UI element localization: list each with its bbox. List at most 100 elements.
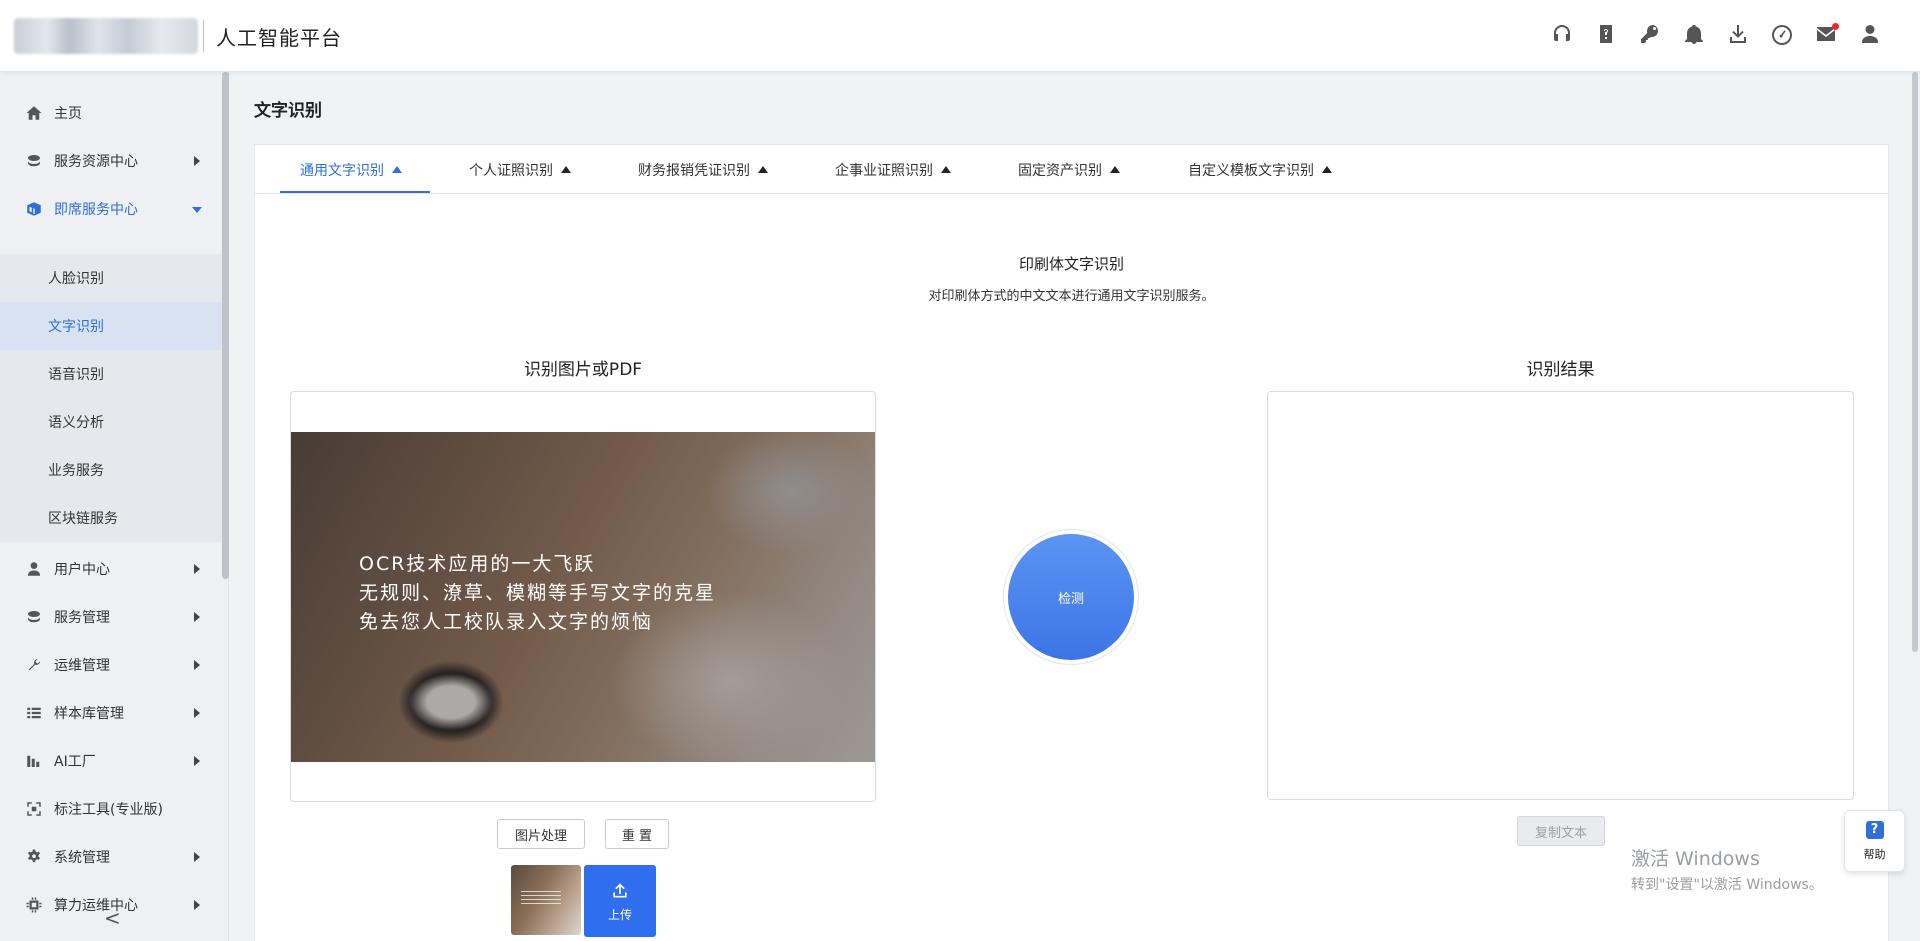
bell-icon[interactable] bbox=[1682, 22, 1706, 46]
ocr-card: 通用文字识别 个人证照识别 财务报销凭证识别 企事业证照识别 固定资产识别 自定… bbox=[254, 144, 1889, 941]
chevron-right-icon bbox=[194, 612, 200, 622]
tab-label: 通用文字识别 bbox=[300, 162, 384, 179]
preview-image: OCR技术应用的一大飞跃 无规则、潦草、模糊等手写文字的克星 免去您人工校队录入… bbox=[291, 432, 875, 762]
sidebar-item-service-management[interactable]: 服务管理 bbox=[0, 593, 222, 641]
list-icon bbox=[24, 703, 44, 723]
dashboard-icon[interactable] bbox=[1770, 22, 1794, 46]
sidebar-item-resource-center[interactable]: 服务资源中心 bbox=[0, 137, 222, 185]
preview-caption: OCR技术应用的一大飞跃 无规则、潦草、模糊等手写文字的克星 免去您人工校队录入… bbox=[359, 550, 716, 637]
tab-label: 企事业证照识别 bbox=[835, 162, 933, 179]
sidebar-subitem-business[interactable]: 业务服务 bbox=[0, 446, 222, 494]
manual-icon[interactable] bbox=[1594, 22, 1618, 46]
sidebar-subitem-label: 语义分析 bbox=[48, 415, 104, 431]
caret-up-icon bbox=[758, 166, 768, 173]
tab-label: 个人证照识别 bbox=[469, 162, 553, 179]
notification-dot bbox=[1832, 23, 1839, 30]
chevron-right-icon bbox=[194, 564, 200, 574]
home-icon bbox=[24, 103, 44, 123]
caret-up-icon bbox=[561, 166, 571, 173]
preview-line: OCR技术应用的一大飞跃 bbox=[359, 553, 596, 575]
tab-enterprise-license[interactable]: 企事业证照识别 bbox=[835, 145, 951, 194]
sidebar-subitem-speech[interactable]: 语音识别 bbox=[0, 350, 222, 398]
tab-finance-voucher[interactable]: 财务报销凭证识别 bbox=[638, 145, 768, 194]
upload-button[interactable]: 上传 bbox=[584, 865, 656, 937]
sidebar-subitem-semantic[interactable]: 语义分析 bbox=[0, 398, 222, 446]
sidebar-item-label: 主页 bbox=[54, 106, 82, 122]
active-tab-indicator bbox=[280, 191, 430, 193]
gear-icon bbox=[24, 847, 44, 867]
tab-personal-id[interactable]: 个人证照识别 bbox=[469, 145, 571, 194]
sidebar-scrollbar[interactable] bbox=[222, 72, 229, 579]
detect-button[interactable]: 检测 bbox=[1008, 534, 1134, 660]
sidebar-item-instant-service[interactable]: 即席服务中心 bbox=[0, 185, 222, 233]
sidebar-subitem-ocr[interactable]: 文字识别 bbox=[0, 302, 222, 350]
detect-ring: 检测 bbox=[1003, 529, 1139, 665]
ocr-tabs: 通用文字识别 个人证照识别 财务报销凭证识别 企事业证照识别 固定资产识别 自定… bbox=[255, 145, 1888, 194]
sidebar-item-ai-factory[interactable]: AI工厂 bbox=[0, 737, 222, 785]
tab-label: 固定资产识别 bbox=[1018, 162, 1102, 179]
page-title: 文字识别 bbox=[254, 101, 322, 121]
tab-custom-template[interactable]: 自定义模板文字识别 bbox=[1188, 145, 1332, 194]
page-scrollbar[interactable] bbox=[1912, 72, 1918, 652]
tab-fixed-assets[interactable]: 固定资产识别 bbox=[1018, 145, 1120, 194]
image-thumbnail[interactable] bbox=[511, 865, 581, 935]
caret-up-icon bbox=[1322, 166, 1332, 173]
help-icon: ? bbox=[1865, 820, 1884, 839]
headset-icon[interactable] bbox=[1550, 22, 1574, 46]
chevron-right-icon bbox=[194, 708, 200, 718]
sidebar-item-user-center[interactable]: 用户中心 bbox=[0, 545, 222, 593]
top-header: 人工智能平台 bbox=[0, 0, 1920, 72]
result-panel-title: 识别结果 bbox=[1526, 360, 1595, 380]
sidebar-subitem-label: 语音识别 bbox=[48, 367, 104, 383]
sidebar: 主页 服务资源中心 即席服务中心 人脸识别 文字识别 语音识别 语义分析 业务服… bbox=[0, 72, 229, 941]
chevron-right-icon bbox=[194, 660, 200, 670]
sidebar-subitem-label: 人脸识别 bbox=[48, 271, 104, 287]
sidebar-item-annotation-tool[interactable]: 标注工具(专业版) bbox=[0, 785, 222, 833]
wrench-icon bbox=[24, 655, 44, 675]
sidebar-item-label: 样本库管理 bbox=[54, 706, 124, 722]
copy-text-button[interactable]: 复制文本 bbox=[1517, 816, 1605, 846]
sidebar-item-ops-management[interactable]: 运维管理 bbox=[0, 641, 222, 689]
reset-button[interactable]: 重 置 bbox=[605, 819, 669, 849]
sidebar-item-label: 标注工具(专业版) bbox=[54, 802, 163, 818]
caret-up-icon bbox=[1110, 166, 1120, 173]
chevron-right-icon bbox=[194, 156, 200, 166]
chip-icon bbox=[24, 895, 44, 915]
instant-service-icon bbox=[24, 199, 44, 219]
sidebar-subitem-label: 业务服务 bbox=[48, 463, 104, 479]
help-label: 帮助 bbox=[1863, 847, 1886, 861]
sidebar-subitem-blockchain[interactable]: 区块链服务 bbox=[0, 494, 222, 542]
tab-label: 自定义模板文字识别 bbox=[1188, 162, 1314, 179]
chevron-right-icon bbox=[194, 756, 200, 766]
sidebar-subitem-face[interactable]: 人脸识别 bbox=[0, 254, 222, 302]
user-icon[interactable] bbox=[1858, 22, 1882, 46]
sidebar-item-home[interactable]: 主页 bbox=[0, 89, 222, 137]
image-process-button[interactable]: 图片处理 bbox=[497, 819, 585, 849]
help-button[interactable]: ? 帮助 bbox=[1844, 810, 1905, 872]
platform-title: 人工智能平台 bbox=[216, 26, 342, 50]
chevron-right-icon bbox=[194, 852, 200, 862]
sidebar-item-sample-library[interactable]: 样本库管理 bbox=[0, 689, 222, 737]
caret-up-icon bbox=[392, 166, 402, 173]
tab-general-ocr[interactable]: 通用文字识别 bbox=[300, 145, 402, 194]
preview-line: 无规则、潦草、模糊等手写文字的克星 bbox=[359, 582, 717, 604]
sidebar-item-label: 服务资源中心 bbox=[54, 154, 138, 170]
key-icon[interactable] bbox=[1638, 22, 1662, 46]
sidebar-item-label: AI工厂 bbox=[54, 754, 96, 770]
logo-divider bbox=[203, 20, 204, 52]
section-title: 印刷体文字识别 bbox=[1018, 255, 1124, 273]
section-description: 对印刷体方式的中文文本进行通用文字识别服务。 bbox=[928, 289, 1215, 304]
download-icon[interactable] bbox=[1726, 22, 1750, 46]
image-upload-area[interactable]: OCR技术应用的一大飞跃 无规则、潦草、模糊等手写文字的克星 免去您人工校队录入… bbox=[290, 391, 876, 802]
mail-icon[interactable] bbox=[1814, 22, 1839, 46]
recognition-result-area[interactable] bbox=[1267, 391, 1854, 800]
sidebar-item-label: 服务管理 bbox=[54, 610, 110, 626]
sidebar-item-system-management[interactable]: 系统管理 bbox=[0, 833, 222, 881]
annotate-icon bbox=[24, 799, 44, 819]
collapse-sidebar-button[interactable]: < bbox=[104, 906, 121, 930]
sidebar-item-label: 系统管理 bbox=[54, 850, 110, 866]
tab-label: 财务报销凭证识别 bbox=[638, 162, 750, 179]
upload-icon bbox=[613, 882, 627, 897]
logo bbox=[14, 18, 198, 54]
preview-line: 免去您人工校队录入文字的烦恼 bbox=[359, 611, 654, 633]
